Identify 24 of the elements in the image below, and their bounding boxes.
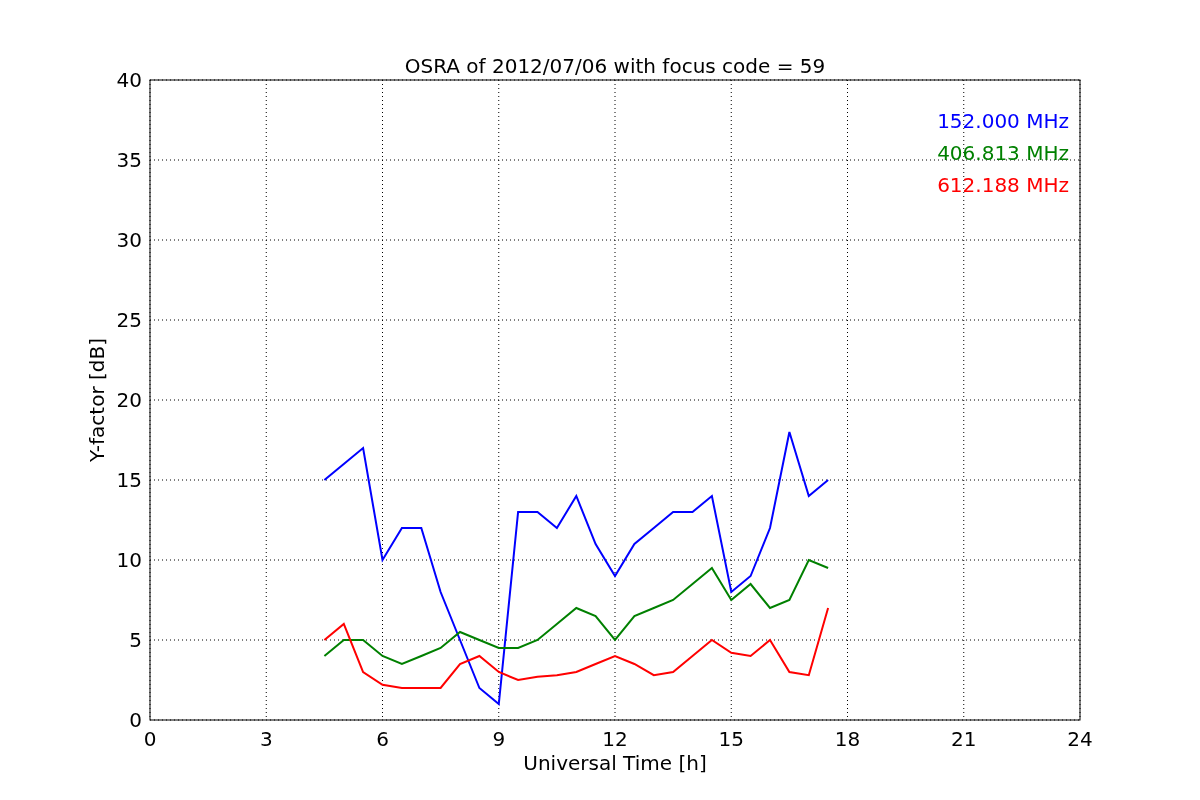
tick-label: 12 xyxy=(602,727,628,751)
chart-title: OSRA of 2012/07/06 with focus code = 59 xyxy=(404,54,826,78)
tick-label: 6 xyxy=(376,727,389,751)
tick-label: 40 xyxy=(116,68,142,92)
x-axis-label: Universal Time [h] xyxy=(523,751,707,775)
legend-label: 406.813 MHz xyxy=(937,141,1069,165)
tick-label: 15 xyxy=(718,727,744,751)
tick-label: 24 xyxy=(1067,727,1093,751)
tick-label: 10 xyxy=(116,548,142,572)
y-axis-label: Y-factor [dB] xyxy=(85,338,109,462)
tick-label: 25 xyxy=(116,308,142,332)
tick-label: 18 xyxy=(834,727,861,751)
tick-label: 35 xyxy=(116,148,142,172)
tick-label: 5 xyxy=(129,628,142,652)
tick-label: 15 xyxy=(116,468,142,492)
legend-label: 152.000 MHz xyxy=(937,109,1069,133)
tick-label: 21 xyxy=(951,727,977,751)
legend-label: 612.188 MHz xyxy=(937,173,1069,197)
tick-label: 0 xyxy=(129,708,142,732)
tick-label: 20 xyxy=(116,388,142,412)
tick-label: 9 xyxy=(492,727,506,751)
tick-label: 30 xyxy=(116,228,142,252)
tick-label: 0 xyxy=(143,727,157,751)
tick-label: 3 xyxy=(259,727,273,751)
